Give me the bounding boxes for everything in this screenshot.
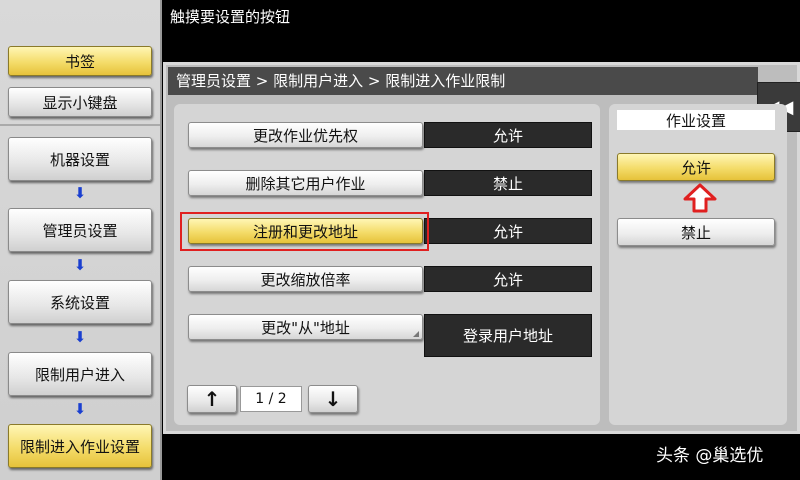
down-arrow-icon: ⬇ [73, 400, 87, 418]
arrow-up-icon: ↑ [203, 387, 221, 411]
delete-other-user-jobs-button[interactable]: 删除其它用户作业 [188, 170, 423, 196]
nav-user-access-restriction[interactable]: 限制用户进入 [8, 352, 152, 396]
nav-admin-settings[interactable]: 管理员设置 [8, 208, 152, 252]
down-arrow-icon: ⬇ [73, 184, 87, 202]
watermark-text: 头条 @巢选优 [656, 446, 764, 466]
page-up-button[interactable]: ↑ [187, 385, 237, 413]
nav-job-access-settings[interactable]: 限制进入作业设置 [8, 424, 152, 468]
submenu-corner-icon [413, 331, 419, 337]
change-zoom-ratio-value: 允许 [424, 266, 592, 292]
change-zoom-ratio-button[interactable]: 更改缩放倍率 [188, 266, 423, 292]
register-change-address-value: 允许 [424, 218, 592, 244]
nav-machine-settings[interactable]: 机器设置 [8, 137, 152, 181]
allow-option-button[interactable]: 允许 [617, 153, 775, 181]
show-keypad-button[interactable]: 显示小键盘 [8, 87, 152, 117]
sidebar-divider [0, 124, 160, 126]
nav-system-settings[interactable]: 系统设置 [8, 280, 152, 324]
down-arrow-icon: ⬇ [73, 328, 87, 346]
highlight-frame [180, 212, 429, 251]
down-arrow-icon: ⬇ [73, 256, 87, 274]
change-job-priority-value: 允许 [424, 122, 592, 148]
bookmark-button[interactable]: 书签 [8, 46, 152, 76]
deny-option-button[interactable]: 禁止 [617, 218, 775, 246]
up-arrow-icon [683, 183, 717, 213]
page-down-button[interactable]: ↓ [308, 385, 358, 413]
breadcrumb: 管理员设置 > 限制用户进入 > 限制进入作业限制 [168, 67, 758, 95]
settings-list-area [174, 104, 600, 425]
page-indicator: 1 / 2 [240, 386, 302, 412]
sidebar: 书签 显示小键盘 机器设置 ⬇ 管理员设置 ⬇ 系统设置 ⬇ 限制用户进入 ⬇ … [0, 0, 162, 480]
change-from-address-value: 登录用户地址 [424, 314, 592, 357]
arrow-down-icon: ↓ [324, 387, 342, 411]
delete-other-user-jobs-value: 禁止 [424, 170, 592, 196]
job-setting-title: 作业设置 [617, 110, 775, 130]
change-from-address-button[interactable]: 更改"从"地址 [188, 314, 423, 340]
change-job-priority-button[interactable]: 更改作业优先权 [188, 122, 423, 148]
instruction-text: 触摸要设置的按钮 [170, 8, 291, 26]
change-from-address-label: 更改"从"地址 [261, 318, 350, 337]
